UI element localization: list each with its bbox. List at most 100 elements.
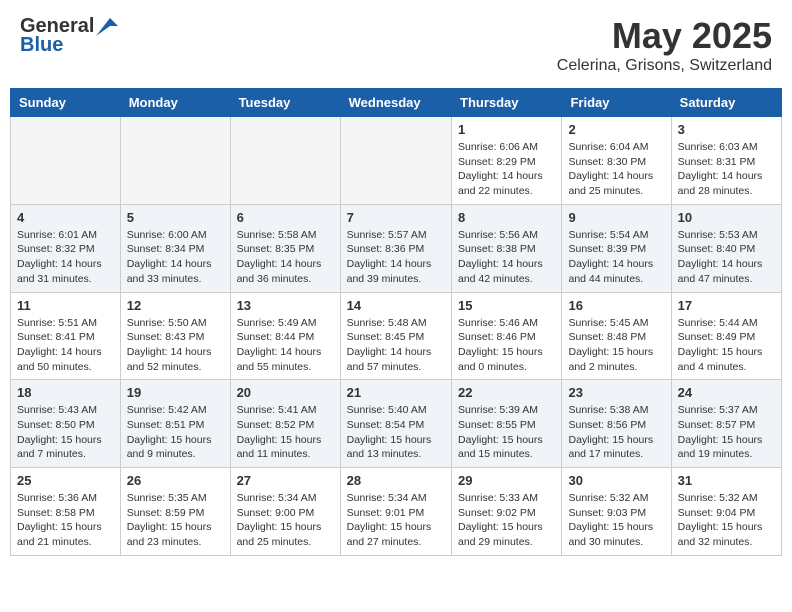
day-number: 22 (458, 385, 555, 400)
day-info: Sunrise: 6:04 AMSunset: 8:30 PMDaylight:… (568, 140, 664, 199)
month-title: May 2025 (557, 15, 772, 57)
day-number: 17 (678, 298, 775, 313)
day-number: 19 (127, 385, 224, 400)
calendar-day-cell: 1 Sunrise: 6:06 AMSunset: 8:29 PMDaylight… (452, 117, 562, 205)
calendar-day-cell: 9Sunrise: 5:54 AMSunset: 8:39 PMDaylight… (562, 204, 671, 292)
calendar-week-row: 11Sunrise: 5:51 AMSunset: 8:41 PMDayligh… (11, 292, 782, 380)
day-info: Sunrise: 5:39 AMSunset: 8:55 PMDaylight:… (458, 403, 555, 462)
calendar-day-cell: 2Sunrise: 6:04 AMSunset: 8:30 PMDaylight… (562, 117, 671, 205)
calendar-day-cell: 14 Sunrise: 5:48 AMSunset: 8:45 PMDayligh… (340, 292, 451, 380)
day-info: Sunrise: 5:40 AMSunset: 8:54 PMDaylight:… (347, 403, 445, 462)
day-number: 11 (17, 298, 114, 313)
day-number: 23 (568, 385, 664, 400)
day-info: Sunrise: 5:57 AMSunset: 8:36 PMDaylight:… (347, 228, 445, 287)
calendar-day-cell: 12 Sunrise: 5:50 AMSunset: 8:43 PMDayligh… (120, 292, 230, 380)
weekday-header-thursday: Thursday (452, 89, 562, 117)
day-number: 31 (678, 473, 775, 488)
day-info: Sunrise: 5:32 AMSunset: 9:04 PMDaylight:… (678, 491, 775, 550)
calendar-day-cell: 27 Sunrise: 5:34 AMSunset: 9:00 PMDayligh… (230, 468, 340, 556)
day-info: Sunrise: 5:41 AMSunset: 8:52 PMDaylight:… (237, 403, 334, 462)
calendar-day-cell: 29 Sunrise: 5:33 AMSunset: 9:02 PMDayligh… (452, 468, 562, 556)
calendar-table: SundayMondayTuesdayWednesdayThursdayFrid… (10, 88, 782, 556)
day-info: Sunrise: 5:32 AMSunset: 9:03 PMDaylight:… (568, 491, 664, 550)
weekday-header-saturday: Saturday (671, 89, 781, 117)
calendar-week-row: 4 Sunrise: 6:01 AMSunset: 8:32 PMDaylight… (11, 204, 782, 292)
calendar-day-cell: 10 Sunrise: 5:53 AMSunset: 8:40 PMDayligh… (671, 204, 781, 292)
weekday-header-wednesday: Wednesday (340, 89, 451, 117)
day-number: 1 (458, 122, 555, 137)
calendar-week-row: 25 Sunrise: 5:36 AMSunset: 8:58 PMDayligh… (11, 468, 782, 556)
calendar-day-cell: 16 Sunrise: 5:45 AMSunset: 8:48 PMDayligh… (562, 292, 671, 380)
calendar-week-row: 1 Sunrise: 6:06 AMSunset: 8:29 PMDaylight… (11, 117, 782, 205)
day-number: 25 (17, 473, 114, 488)
calendar-day-cell: 18Sunrise: 5:43 AMSunset: 8:50 PMDayligh… (11, 380, 121, 468)
calendar-day-cell: 17 Sunrise: 5:44 AMSunset: 8:49 PMDayligh… (671, 292, 781, 380)
calendar-day-cell: 13 Sunrise: 5:49 AMSunset: 8:44 PMDayligh… (230, 292, 340, 380)
day-number: 6 (237, 210, 334, 225)
day-number: 27 (237, 473, 334, 488)
weekday-header-tuesday: Tuesday (230, 89, 340, 117)
day-number: 15 (458, 298, 555, 313)
day-info: Sunrise: 6:01 AMSunset: 8:32 PMDaylight:… (17, 228, 114, 287)
calendar-day-cell (340, 117, 451, 205)
day-info: Sunrise: 5:46 AMSunset: 8:46 PMDaylight:… (458, 316, 555, 375)
day-number: 9 (568, 210, 664, 225)
weekday-header-friday: Friday (562, 89, 671, 117)
day-info: Sunrise: 6:03 AMSunset: 8:31 PMDaylight:… (678, 140, 775, 199)
calendar-day-cell: 24 Sunrise: 5:37 AMSunset: 8:57 PMDayligh… (671, 380, 781, 468)
calendar-day-cell: 6 Sunrise: 5:58 AMSunset: 8:35 PMDaylight… (230, 204, 340, 292)
calendar-day-cell: 15 Sunrise: 5:46 AMSunset: 8:46 PMDayligh… (452, 292, 562, 380)
calendar-day-cell: 22 Sunrise: 5:39 AMSunset: 8:55 PMDayligh… (452, 380, 562, 468)
calendar-week-row: 18Sunrise: 5:43 AMSunset: 8:50 PMDayligh… (11, 380, 782, 468)
day-number: 12 (127, 298, 224, 313)
weekday-header-sunday: Sunday (11, 89, 121, 117)
calendar-day-cell (11, 117, 121, 205)
day-info: Sunrise: 5:53 AMSunset: 8:40 PMDaylight:… (678, 228, 775, 287)
weekday-header-row: SundayMondayTuesdayWednesdayThursdayFrid… (11, 89, 782, 117)
day-info: Sunrise: 5:45 AMSunset: 8:48 PMDaylight:… (568, 316, 664, 375)
calendar-day-cell (230, 117, 340, 205)
calendar-day-cell: 7 Sunrise: 5:57 AMSunset: 8:36 PMDaylight… (340, 204, 451, 292)
day-number: 21 (347, 385, 445, 400)
day-number: 29 (458, 473, 555, 488)
calendar-day-cell: 28 Sunrise: 5:34 AMSunset: 9:01 PMDayligh… (340, 468, 451, 556)
day-info: Sunrise: 5:37 AMSunset: 8:57 PMDaylight:… (678, 403, 775, 462)
day-info: Sunrise: 6:06 AMSunset: 8:29 PMDaylight:… (458, 140, 555, 199)
calendar-day-cell: 21 Sunrise: 5:40 AMSunset: 8:54 PMDayligh… (340, 380, 451, 468)
day-number: 7 (347, 210, 445, 225)
logo-bird-icon (96, 18, 118, 36)
day-info: Sunrise: 5:58 AMSunset: 8:35 PMDaylight:… (237, 228, 334, 287)
day-info: Sunrise: 5:44 AMSunset: 8:49 PMDaylight:… (678, 316, 775, 375)
day-info: Sunrise: 5:56 AMSunset: 8:38 PMDaylight:… (458, 228, 555, 287)
day-number: 16 (568, 298, 664, 313)
day-info: Sunrise: 5:48 AMSunset: 8:45 PMDaylight:… (347, 316, 445, 375)
day-number: 10 (678, 210, 775, 225)
day-info: Sunrise: 5:36 AMSunset: 8:58 PMDaylight:… (17, 491, 114, 550)
calendar-day-cell: 26Sunrise: 5:35 AMSunset: 8:59 PMDayligh… (120, 468, 230, 556)
day-number: 4 (17, 210, 114, 225)
day-info: Sunrise: 5:34 AMSunset: 9:01 PMDaylight:… (347, 491, 445, 550)
day-number: 8 (458, 210, 555, 225)
day-info: Sunrise: 5:50 AMSunset: 8:43 PMDaylight:… (127, 316, 224, 375)
day-number: 30 (568, 473, 664, 488)
calendar-day-cell: 30 Sunrise: 5:32 AMSunset: 9:03 PMDayligh… (562, 468, 671, 556)
day-number: 5 (127, 210, 224, 225)
location-subtitle: Celerina, Grisons, Switzerland (557, 57, 772, 75)
day-info: Sunrise: 5:33 AMSunset: 9:02 PMDaylight:… (458, 491, 555, 550)
calendar-day-cell: 19 Sunrise: 5:42 AMSunset: 8:51 PMDayligh… (120, 380, 230, 468)
day-number: 14 (347, 298, 445, 313)
day-info: Sunrise: 5:42 AMSunset: 8:51 PMDaylight:… (127, 403, 224, 462)
calendar-day-cell: 3 Sunrise: 6:03 AMSunset: 8:31 PMDaylight… (671, 117, 781, 205)
day-info: Sunrise: 5:49 AMSunset: 8:44 PMDaylight:… (237, 316, 334, 375)
day-number: 28 (347, 473, 445, 488)
day-number: 24 (678, 385, 775, 400)
day-number: 20 (237, 385, 334, 400)
calendar-day-cell: 5Sunrise: 6:00 AMSunset: 8:34 PMDaylight… (120, 204, 230, 292)
calendar-day-cell: 23 Sunrise: 5:38 AMSunset: 8:56 PMDayligh… (562, 380, 671, 468)
day-number: 13 (237, 298, 334, 313)
day-number: 3 (678, 122, 775, 137)
day-info: Sunrise: 5:34 AMSunset: 9:00 PMDaylight:… (237, 491, 334, 550)
calendar-day-cell: 4 Sunrise: 6:01 AMSunset: 8:32 PMDaylight… (11, 204, 121, 292)
day-info: Sunrise: 5:38 AMSunset: 8:56 PMDaylight:… (568, 403, 664, 462)
logo-blue-text: Blue (20, 34, 63, 57)
